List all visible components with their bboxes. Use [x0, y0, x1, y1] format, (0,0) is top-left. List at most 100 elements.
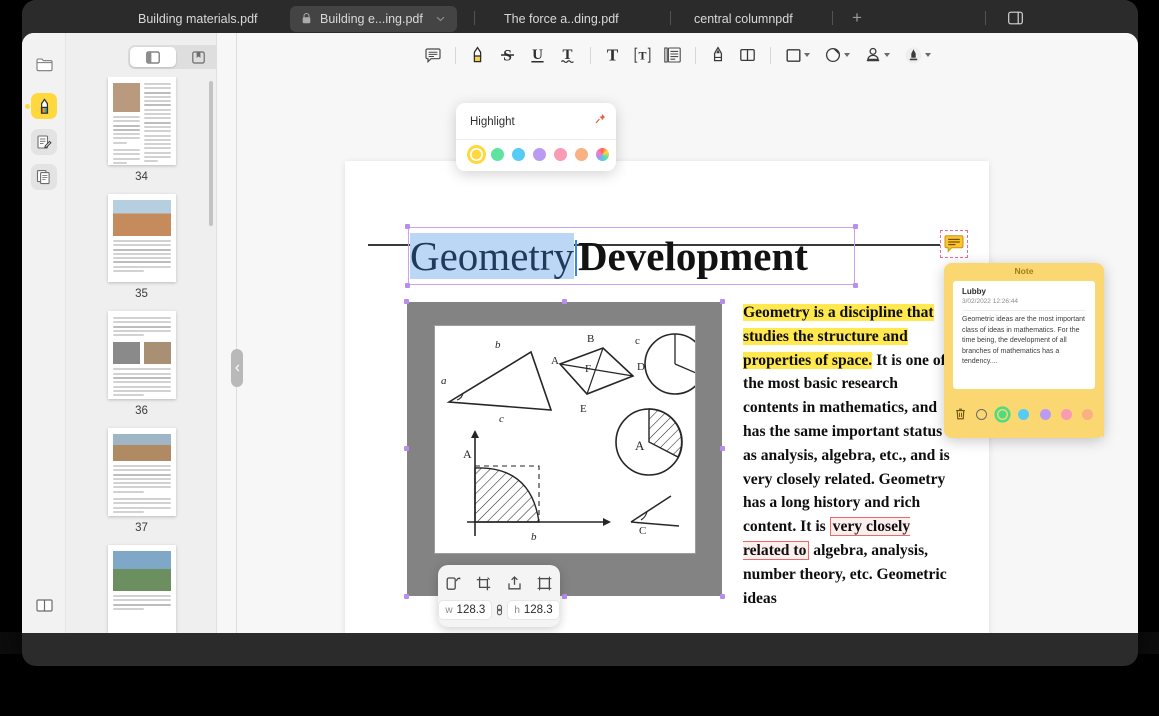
resize-handle-br[interactable]	[853, 283, 858, 288]
tab-building-materials[interactable]: Building materials.pdf	[126, 6, 270, 32]
text-tool[interactable]: T	[598, 41, 628, 69]
width-value[interactable]: 128.3	[457, 604, 486, 616]
sidebar-collapse-handle[interactable]	[231, 349, 243, 387]
resize-handle-mr[interactable]	[720, 446, 725, 451]
swatch-custom-color-wheel[interactable]	[596, 148, 609, 161]
document-canvas[interactable]: GeometryDevelopment b a c B	[237, 77, 1138, 633]
tab-thumbnails[interactable]	[130, 47, 176, 67]
resize-handle-tr[interactable]	[853, 224, 858, 229]
note-color-orange[interactable]	[1082, 409, 1093, 420]
swatch-yellow[interactable]	[470, 148, 483, 161]
note-body-text[interactable]: Geometric ideas are the most important c…	[962, 315, 1088, 368]
tab-central-column[interactable]: central columnpdf	[682, 6, 805, 32]
page-thumbnail[interactable]	[108, 545, 176, 633]
highlight-tool[interactable]	[463, 41, 493, 69]
note-content-card[interactable]: Lubby 3/02/2022 12:26:44 Geometric ideas…	[953, 281, 1095, 389]
right-panel-toggle-icon[interactable]	[1002, 8, 1028, 28]
resize-handle-bl[interactable]	[405, 283, 410, 288]
title-rest[interactable]: Development	[578, 233, 808, 279]
new-tab-button[interactable]: +	[846, 7, 868, 29]
sidebar-item-annotate[interactable]	[31, 93, 57, 119]
pencil-tool[interactable]	[703, 41, 733, 69]
note-comment-tool[interactable]	[418, 41, 448, 69]
list-item[interactable]: 36	[66, 311, 217, 417]
link-aspect-ratio-icon[interactable]	[495, 603, 504, 617]
document-paragraph[interactable]: Geometry is a discipline that studies th…	[743, 301, 955, 610]
page-number: 37	[135, 522, 148, 534]
height-value[interactable]: 128.3	[524, 604, 553, 616]
strikethrough-tool[interactable]: S	[493, 41, 523, 69]
note-color-blue[interactable]	[1018, 409, 1029, 420]
eraser-tool[interactable]	[733, 41, 763, 69]
list-item[interactable]: 38	[66, 545, 217, 633]
tab-the-force[interactable]: The force a..ding.pdf	[492, 6, 631, 32]
text-box-tool[interactable]: T	[628, 41, 658, 69]
sidebar-item-files[interactable]	[31, 51, 57, 77]
export-icon[interactable]	[502, 572, 526, 594]
chevron-down-icon[interactable]	[436, 16, 445, 22]
squiggly-tool[interactable]: T	[553, 41, 583, 69]
page-thumbnail[interactable]	[108, 311, 176, 399]
resize-handle-br[interactable]	[720, 594, 725, 599]
pin-icon[interactable]	[595, 113, 606, 124]
note-popup-panel[interactable]: Note Lubby 3/02/2022 12:26:44 Geometric …	[944, 263, 1104, 438]
page-thumbnail[interactable]	[108, 194, 176, 282]
page-thumbnail[interactable]	[108, 77, 176, 165]
note-list-icon	[664, 47, 681, 63]
stamp-color-tool[interactable]	[818, 41, 858, 69]
chevron-down-icon[interactable]	[925, 53, 931, 57]
shape-tool[interactable]	[778, 41, 818, 69]
signature-tool[interactable]	[898, 41, 938, 69]
swatch-blue[interactable]	[512, 148, 525, 161]
note-list-tool[interactable]	[658, 41, 688, 69]
sidebar-item-edit[interactable]	[31, 129, 57, 155]
stamp-tool[interactable]	[858, 41, 898, 69]
resize-handle-ml[interactable]	[404, 446, 409, 451]
extract-frame-icon[interactable]	[533, 572, 557, 594]
svg-text:T: T	[638, 48, 646, 62]
page-thumbnail[interactable]	[108, 428, 176, 516]
list-item[interactable]: 37	[66, 428, 217, 534]
tab-building-engineering[interactable]: Building e...ing.pdf	[290, 6, 457, 32]
sidebar-scrollbar[interactable]	[209, 81, 213, 226]
resize-handle-tc[interactable]	[562, 299, 567, 304]
chevron-down-icon[interactable]	[844, 53, 850, 57]
note-color-green[interactable]	[997, 409, 1008, 420]
title-selected-word[interactable]: Geometry	[410, 233, 574, 279]
resize-handle-tr[interactable]	[720, 299, 725, 304]
sidebar-item-pages[interactable]	[31, 164, 57, 190]
rotate-icon[interactable]	[441, 572, 465, 594]
note-color-none[interactable]	[976, 409, 987, 420]
title-selection-box[interactable]: GeometryDevelopment	[408, 227, 855, 285]
chevron-down-icon[interactable]	[804, 53, 810, 57]
note-color-purple[interactable]	[1040, 409, 1051, 420]
note-marker-icon[interactable]	[940, 230, 968, 258]
swatch-purple[interactable]	[533, 148, 546, 161]
document-figure[interactable]: b a c B c A F D E	[407, 302, 722, 596]
note-color-pink[interactable]	[1061, 409, 1072, 420]
trash-icon[interactable]	[955, 408, 966, 420]
crop-icon[interactable]	[472, 572, 496, 594]
comment-icon	[425, 48, 441, 63]
toolbar-separator	[770, 47, 771, 64]
resize-handle-bc[interactable]	[562, 594, 567, 599]
resize-handle-tl[interactable]	[404, 299, 409, 304]
list-item[interactable]: 35	[66, 194, 217, 300]
tab-separator	[832, 11, 833, 25]
svg-text:D: D	[637, 361, 645, 373]
underline-tool[interactable]: U	[523, 41, 553, 69]
image-height-field[interactable]: h 128.3	[507, 600, 559, 620]
tab-bookmarks[interactable]	[176, 47, 222, 67]
page-title[interactable]: GeometryDevelopment	[410, 231, 808, 281]
swatch-green[interactable]	[491, 148, 504, 161]
chevron-down-icon[interactable]	[884, 53, 890, 57]
thumbnail-list[interactable]: 34 35	[66, 77, 217, 633]
swatch-orange[interactable]	[575, 148, 588, 161]
list-item[interactable]: 34	[66, 77, 217, 183]
sidebar-item-reading-mode[interactable]	[31, 592, 57, 618]
text-T-icon: T	[604, 46, 621, 64]
swatch-pink[interactable]	[554, 148, 567, 161]
image-width-field[interactable]: w 128.3	[438, 600, 492, 620]
resize-handle-tl[interactable]	[405, 224, 410, 229]
resize-handle-bl[interactable]	[404, 594, 409, 599]
